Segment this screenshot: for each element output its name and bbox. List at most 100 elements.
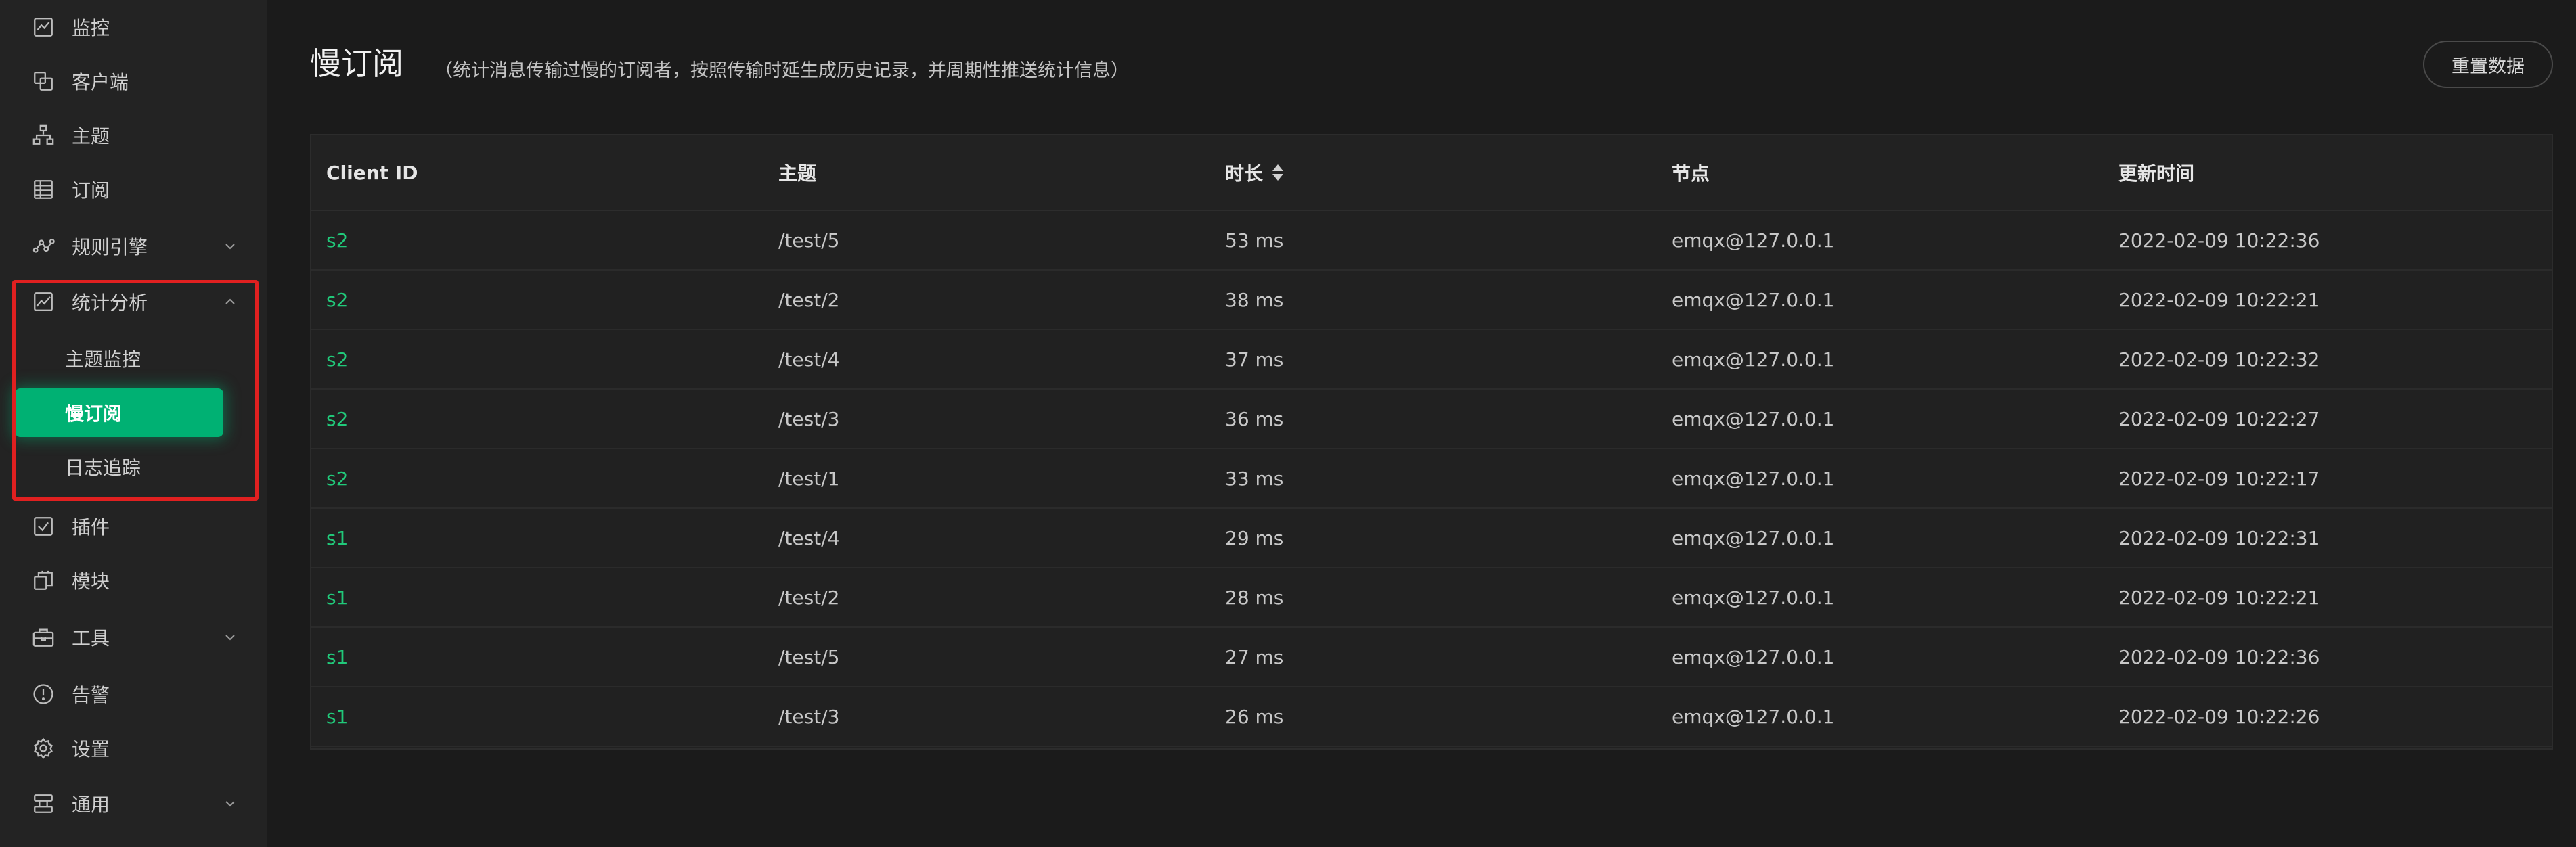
chevron-down-icon [222, 238, 238, 254]
table-row: s2/test/5 53 ms emqx@127.0.0.1 2022-02-09 1… [311, 211, 2552, 271]
sidebar-item-label: 模块 [72, 570, 110, 593]
sidebar-item-clients[interactable]: 客户端 [0, 54, 267, 108]
sidebar-subitem-label: 主题监控 [65, 348, 141, 371]
sidebar-subitem-topic-metrics[interactable]: 主题监控 [15, 334, 223, 383]
topic-cell: /test/1 [778, 467, 840, 490]
sidebar-item-label: 规则引擎 [72, 236, 148, 258]
sidebar-subitem-log-trace[interactable]: 日志追踪 [15, 442, 223, 491]
clients-icon [31, 69, 55, 93]
toolbox-icon [31, 625, 55, 649]
client-id-link[interactable]: s2 [326, 348, 348, 371]
client-id-link[interactable]: s1 [326, 587, 348, 609]
sidebar-item-label: 告警 [72, 684, 110, 706]
client-id-cell: s1 [326, 687, 348, 746]
topic-tree-icon [31, 123, 55, 147]
modules-icon [31, 568, 55, 593]
topic-cell: /test/4 [778, 348, 840, 371]
sidebar-item-label: 监控 [72, 17, 110, 39]
duration-cell: 53 ms [1225, 229, 1284, 252]
topic-cell: /test/2 [778, 586, 840, 609]
client-id-cell: s1 [326, 628, 348, 686]
page-description: （统计消息传输过慢的订阅者，按照传输时延生成历史记录，并周期性推送统计信息） [435, 60, 1129, 81]
sidebar-item-rule-engine[interactable]: 规则引擎 [0, 219, 267, 273]
sidebar-item-analytics[interactable]: 统计分析 [0, 275, 267, 329]
client-id-cell: s2 [326, 390, 348, 448]
updated-time-cell: 2022-02-09 10:22:21 [2118, 586, 2320, 609]
sidebar-item-label: 插件 [72, 516, 110, 539]
updated-time-cell: 2022-02-09 10:22:31 [2118, 526, 2320, 549]
column-header-client-id: Client ID [326, 161, 418, 184]
sidebar-item-tools[interactable]: 工具 [0, 610, 267, 664]
client-id-link[interactable]: s2 [326, 289, 348, 311]
duration-cell: 33 ms [1225, 467, 1284, 490]
node-cell: emqx@127.0.0.1 [1672, 229, 1835, 252]
client-id-link[interactable]: s1 [326, 646, 348, 668]
sidebar-subitem-slow-subscriptions[interactable]: 慢订阅 [15, 388, 223, 437]
duration-cell: 36 ms [1225, 407, 1284, 430]
subscription-table-icon [31, 177, 55, 202]
sidebar-item-monitor[interactable]: 监控 [0, 0, 267, 54]
app-root: 监控 客户端 主题 订阅 规则引擎 统计分析 主题监控 慢订阅 日志追踪 插件 … [0, 0, 2576, 847]
sidebar-item-topics[interactable]: 主题 [0, 108, 267, 162]
updated-time-cell: 2022-02-09 10:22:17 [2118, 467, 2320, 490]
updated-time-cell: 2022-02-09 10:22:36 [2118, 645, 2320, 668]
sidebar-item-settings[interactable]: 设置 [0, 721, 267, 775]
sidebar-subitem-label: 慢订阅 [65, 403, 123, 425]
table-row: s1/test/5 27 ms emqx@127.0.0.1 2022-02-09 1… [311, 628, 2552, 687]
sidebar-item-modules[interactable]: 模块 [0, 553, 267, 608]
table-row: s2/test/3 36 ms emqx@127.0.0.1 2022-02-09 1… [311, 390, 2552, 449]
node-cell: emqx@127.0.0.1 [1672, 288, 1835, 311]
sidebar-item-plugins[interactable]: 插件 [0, 499, 267, 553]
client-id-cell: s1 [326, 568, 348, 626]
sidebar: 监控 客户端 主题 订阅 规则引擎 统计分析 主题监控 慢订阅 日志追踪 插件 … [0, 0, 267, 847]
node-cell: emqx@127.0.0.1 [1672, 348, 1835, 371]
chevron-up-icon [222, 294, 238, 310]
topic-cell: /test/3 [778, 705, 840, 728]
duration-cell: 27 ms [1225, 645, 1284, 668]
client-id-cell: s1 [326, 509, 348, 567]
client-id-cell: s2 [326, 449, 348, 507]
duration-cell: 38 ms [1225, 288, 1284, 311]
sidebar-item-subscriptions[interactable]: 订阅 [0, 162, 267, 216]
column-header-duration[interactable]: 时长 [1225, 135, 1285, 210]
column-header-topic: 主题 [778, 162, 817, 185]
column-header-updated: 更新时间 [2118, 162, 2195, 185]
reset-data-button[interactable]: 重置数据 [2423, 41, 2553, 88]
sort-icon[interactable] [1271, 163, 1285, 182]
column-header-node: 节点 [1672, 162, 1710, 185]
general-icon [31, 792, 55, 816]
node-cell: emqx@127.0.0.1 [1672, 705, 1835, 728]
updated-time-cell: 2022-02-09 10:22:36 [2118, 229, 2320, 252]
node-cell: emqx@127.0.0.1 [1672, 586, 1835, 609]
page-title: 慢订阅 [310, 45, 403, 82]
sidebar-item-label: 客户端 [72, 71, 129, 93]
client-id-link[interactable]: s2 [326, 229, 348, 252]
analytics-chart-icon [31, 290, 55, 314]
sidebar-item-label: 工具 [72, 627, 110, 649]
sidebar-item-alarms[interactable]: 告警 [0, 667, 267, 721]
table-row: s1/test/4 29 ms emqx@127.0.0.1 2022-02-09 1… [311, 509, 2552, 568]
sidebar-item-label: 主题 [72, 125, 110, 147]
rule-engine-icon [31, 234, 55, 258]
table-row: s2/test/2 38 ms emqx@127.0.0.1 2022-02-09 1… [311, 271, 2552, 330]
topic-cell: /test/4 [778, 526, 840, 549]
client-id-link[interactable]: s2 [326, 467, 348, 490]
gear-icon [31, 736, 55, 760]
table-row: s2/test/4 37 ms emqx@127.0.0.1 2022-02-09 1… [311, 330, 2552, 390]
updated-time-cell: 2022-02-09 10:22:32 [2118, 348, 2320, 371]
slow-subscriptions-table: Client ID 主题 时长 节点 更新时间 s2/test/5 53 ms em… [310, 134, 2553, 750]
sidebar-item-general[interactable]: 通用 [0, 777, 267, 831]
duration-cell: 28 ms [1225, 586, 1284, 609]
sidebar-item-label: 通用 [72, 794, 110, 816]
table-row: s2/test/1 33 ms emqx@127.0.0.1 2022-02-09 1… [311, 449, 2552, 509]
client-id-link[interactable]: s1 [326, 706, 348, 728]
duration-cell: 29 ms [1225, 526, 1284, 549]
client-id-link[interactable]: s2 [326, 408, 348, 430]
node-cell: emqx@127.0.0.1 [1672, 467, 1835, 490]
client-id-link[interactable]: s1 [326, 527, 348, 549]
client-id-cell: s2 [326, 271, 348, 329]
node-cell: emqx@127.0.0.1 [1672, 526, 1835, 549]
column-header-label: 时长 [1225, 162, 1264, 185]
table-row: s1/test/2 28 ms emqx@127.0.0.1 2022-02-09 1… [311, 568, 2552, 628]
duration-cell: 37 ms [1225, 348, 1284, 371]
